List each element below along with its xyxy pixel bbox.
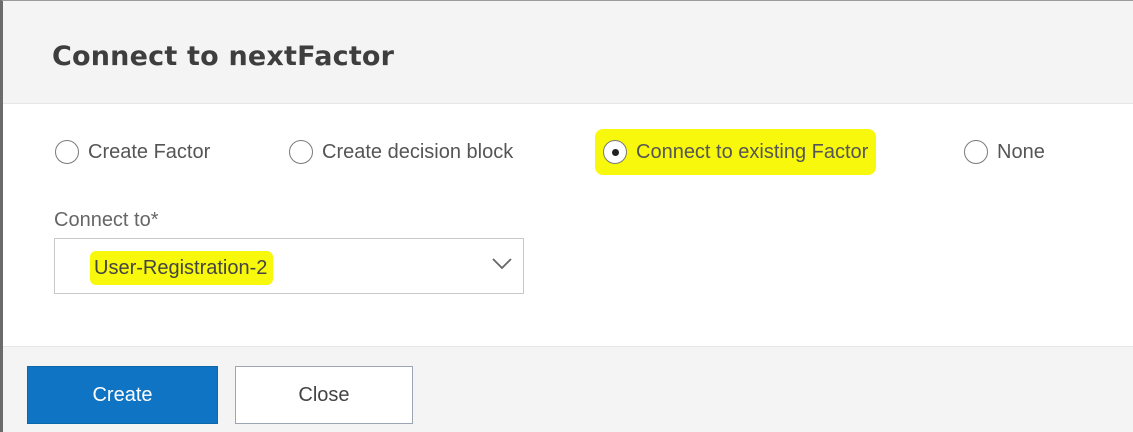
- radio-selected-dot: [611, 148, 619, 156]
- connect-dialog: Connect to nextFactor Create Factor Crea…: [0, 0, 1133, 432]
- chevron-down-icon: [492, 258, 512, 270]
- dialog-title: Connect to nextFactor: [52, 41, 395, 72]
- radio-circle-selected[interactable]: [603, 140, 627, 164]
- radio-label: None: [997, 140, 1045, 163]
- radio-label: Create Factor: [88, 140, 211, 163]
- radio-circle[interactable]: [964, 140, 988, 164]
- connect-to-select[interactable]: User-Registration-2: [54, 238, 524, 294]
- dialog-header: Connect to nextFactor: [3, 1, 1133, 104]
- dialog-footer: Create Close: [3, 346, 1133, 432]
- radio-connect-existing-factor[interactable]: Connect to existing Factor: [595, 129, 877, 175]
- create-button[interactable]: Create: [27, 366, 218, 424]
- radio-create-factor[interactable]: Create Factor: [55, 129, 210, 175]
- radio-circle[interactable]: [289, 140, 313, 164]
- close-button[interactable]: Close: [235, 366, 413, 424]
- connect-to-label: Connect to*: [54, 209, 159, 231]
- radio-circle[interactable]: [55, 140, 79, 164]
- connect-to-selected-value: User-Registration-2: [90, 251, 274, 285]
- radio-label: Connect to existing Factor: [636, 140, 869, 163]
- radio-label: Create decision block: [322, 140, 514, 163]
- next-factor-radio-group: Create Factor Create decision block Conn…: [3, 129, 1133, 175]
- radio-none[interactable]: None: [964, 129, 1045, 175]
- radio-create-decision-block[interactable]: Create decision block: [289, 129, 513, 175]
